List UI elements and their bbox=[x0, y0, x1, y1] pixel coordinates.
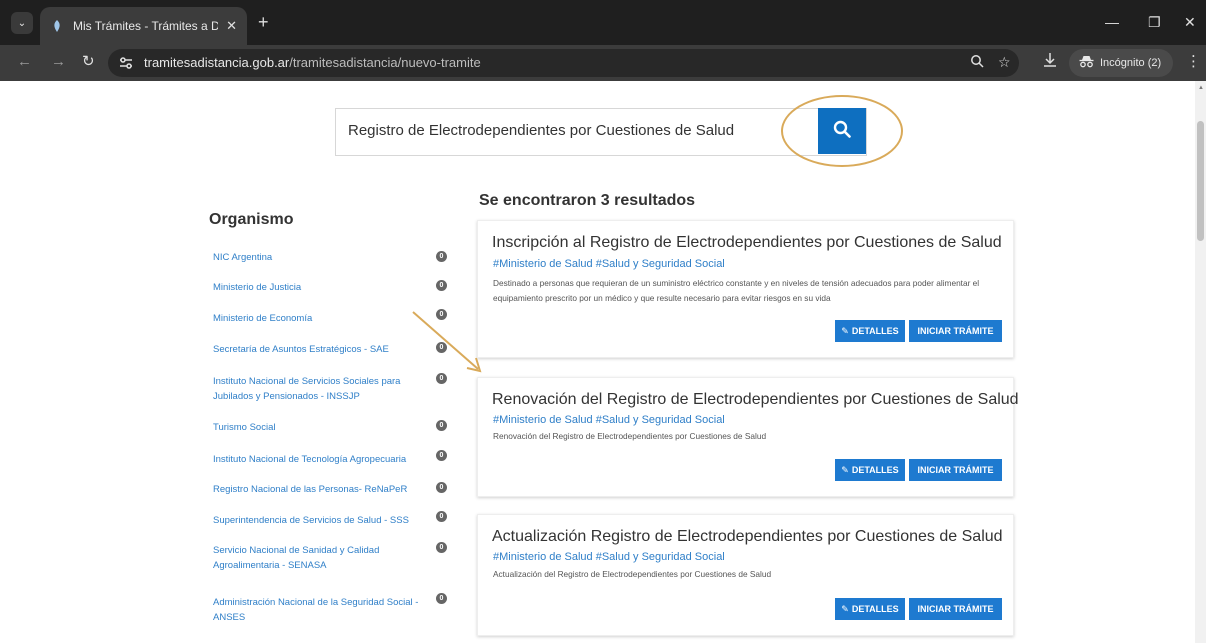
result-tags[interactable]: #Ministerio de Salud #Salud y Seguridad … bbox=[493, 551, 725, 563]
sidebar-item[interactable]: Registro Nacional de las Personas- ReNaP… bbox=[213, 482, 425, 497]
site-settings-icon[interactable] bbox=[118, 55, 134, 71]
download-icon[interactable] bbox=[1043, 52, 1057, 74]
result-description: Renovación del Registro de Electrodepend… bbox=[493, 431, 767, 441]
result-tags[interactable]: #Ministerio de Salud #Salud y Seguridad … bbox=[493, 258, 725, 270]
sidebar-item[interactable]: Ministerio de Justicia bbox=[213, 280, 425, 295]
result-card: Inscripción al Registro de Electrodepend… bbox=[477, 220, 1014, 358]
count-badge: 0 bbox=[436, 309, 447, 320]
result-title[interactable]: Renovación del Registro de Electrodepend… bbox=[492, 391, 1019, 409]
page-content: Organismo NIC Argentina 0 Ministerio de Ju… bbox=[0, 81, 1206, 643]
chevron-down-icon: ⌄ bbox=[17, 17, 27, 29]
sidebar-item[interactable]: Superintendencia de Servicios de Salud -… bbox=[213, 513, 425, 528]
details-label: DETALLES bbox=[851, 326, 899, 336]
pencil-icon: ✎ bbox=[841, 603, 849, 614]
bookmark-star-icon[interactable]: ☆ bbox=[998, 54, 1011, 71]
result-title[interactable]: Actualización Registro de Electrodependi… bbox=[492, 528, 1003, 546]
result-tags[interactable]: #Ministerio de Salud #Salud y Seguridad … bbox=[493, 414, 725, 426]
tab-close-icon[interactable]: ✕ bbox=[226, 18, 237, 34]
details-label: DETALLES bbox=[851, 465, 899, 475]
scrollbar-thumb[interactable] bbox=[1197, 121, 1204, 241]
annotation-highlight-circle bbox=[781, 95, 903, 167]
incognito-label: Incógnito (2) bbox=[1100, 57, 1162, 69]
sidebar-item[interactable]: Turismo Social bbox=[213, 420, 425, 435]
details-button[interactable]: ✎ DETALLES bbox=[835, 320, 905, 342]
browser-window: ⌄ Mis Trámites - Trámites a Distancia ✕ … bbox=[0, 0, 1206, 643]
result-title[interactable]: Inscripción al Registro de Electrodepend… bbox=[492, 234, 1002, 252]
details-button[interactable]: ✎ DETALLES bbox=[835, 598, 905, 620]
browser-toolbar: ← → ↻ tramitesadistancia.gob.ar/tramites… bbox=[0, 45, 1206, 81]
new-tab-button[interactable]: + bbox=[258, 12, 269, 32]
details-button[interactable]: ✎ DETALLES bbox=[835, 459, 905, 481]
reload-button[interactable]: ↻ bbox=[82, 52, 95, 72]
result-description: Destinado a personas que requieran de un… bbox=[493, 278, 980, 303]
sidebar-item[interactable]: Secretaría de Asuntos Estratégicos - SAE bbox=[213, 342, 425, 357]
browser-menu-icon[interactable]: ⋮ bbox=[1186, 52, 1201, 70]
count-badge: 0 bbox=[436, 511, 447, 522]
count-badge: 0 bbox=[436, 342, 447, 353]
url-host: tramitesadistancia.gob.ar bbox=[144, 55, 290, 70]
result-card: Actualización Registro de Electrodependi… bbox=[477, 514, 1014, 636]
count-badge: 0 bbox=[436, 251, 447, 262]
tab-search-button[interactable]: ⌄ bbox=[11, 12, 33, 34]
address-bar[interactable]: tramitesadistancia.gob.ar/tramitesadista… bbox=[108, 49, 1019, 77]
sidebar-item[interactable]: Administración Nacional de la Seguridad … bbox=[213, 595, 425, 625]
pencil-icon: ✎ bbox=[841, 325, 849, 336]
url-text: tramitesadistancia.gob.ar/tramitesadista… bbox=[144, 55, 481, 70]
sidebar-item[interactable]: Ministerio de Economía bbox=[213, 311, 425, 326]
tab-title: Mis Trámites - Trámites a Distancia bbox=[73, 19, 219, 33]
count-badge: 0 bbox=[436, 280, 447, 291]
back-button[interactable]: ← bbox=[17, 52, 32, 72]
count-badge: 0 bbox=[436, 593, 447, 604]
window-close-button[interactable]: ✕ bbox=[1184, 12, 1196, 32]
sidebar-title: Organismo bbox=[209, 211, 294, 228]
minimize-button[interactable]: — bbox=[1105, 12, 1119, 32]
results-count-title: Se encontraron 3 resultados bbox=[479, 192, 696, 209]
count-badge: 0 bbox=[436, 373, 447, 384]
pencil-icon: ✎ bbox=[841, 464, 849, 475]
details-label: DETALLES bbox=[851, 604, 899, 614]
favicon-icon bbox=[50, 19, 64, 33]
search-input[interactable] bbox=[348, 122, 808, 139]
scroll-up-icon[interactable]: ▲ bbox=[1198, 85, 1204, 91]
result-description: Actualización del Registro de Electrodep… bbox=[493, 569, 772, 579]
result-card: Renovación del Registro de Electrodepend… bbox=[477, 377, 1019, 497]
reload-icon: ↻ bbox=[82, 53, 95, 70]
zoom-icon[interactable] bbox=[970, 54, 984, 71]
sidebar-item[interactable]: Servicio Nacional de Sanidad y Calidad A… bbox=[213, 543, 425, 573]
sidebar-item[interactable]: Instituto Nacional de Tecnología Agropec… bbox=[213, 452, 425, 467]
tab-strip: ⌄ Mis Trámites - Trámites a Distancia ✕ … bbox=[0, 0, 1206, 45]
forward-button[interactable]: → bbox=[51, 52, 66, 72]
count-badge: 0 bbox=[436, 482, 447, 493]
arrow-right-icon: → bbox=[51, 53, 66, 70]
count-badge: 0 bbox=[436, 542, 447, 553]
sidebar-item[interactable]: Instituto Nacional de Servicios Sociales… bbox=[213, 374, 425, 404]
count-badge: 0 bbox=[436, 450, 447, 461]
start-procedure-button[interactable]: INICIAR TRÁMITE bbox=[909, 459, 1002, 481]
page-scrollbar[interactable]: ▲ bbox=[1195, 81, 1206, 643]
start-procedure-button[interactable]: INICIAR TRÁMITE bbox=[909, 598, 1002, 620]
arrow-left-icon: ← bbox=[17, 53, 32, 70]
sidebar-item[interactable]: NIC Argentina bbox=[213, 250, 425, 265]
restore-button[interactable]: ❐ bbox=[1148, 12, 1161, 32]
url-path: /tramitesadistancia/nuevo-tramite bbox=[289, 55, 481, 70]
incognito-icon bbox=[1079, 55, 1094, 71]
incognito-badge[interactable]: Incógnito (2) bbox=[1069, 49, 1173, 77]
count-badge: 0 bbox=[436, 420, 447, 431]
active-tab[interactable]: Mis Trámites - Trámites a Distancia ✕ bbox=[40, 7, 247, 45]
start-procedure-button[interactable]: INICIAR TRÁMITE bbox=[909, 320, 1002, 342]
